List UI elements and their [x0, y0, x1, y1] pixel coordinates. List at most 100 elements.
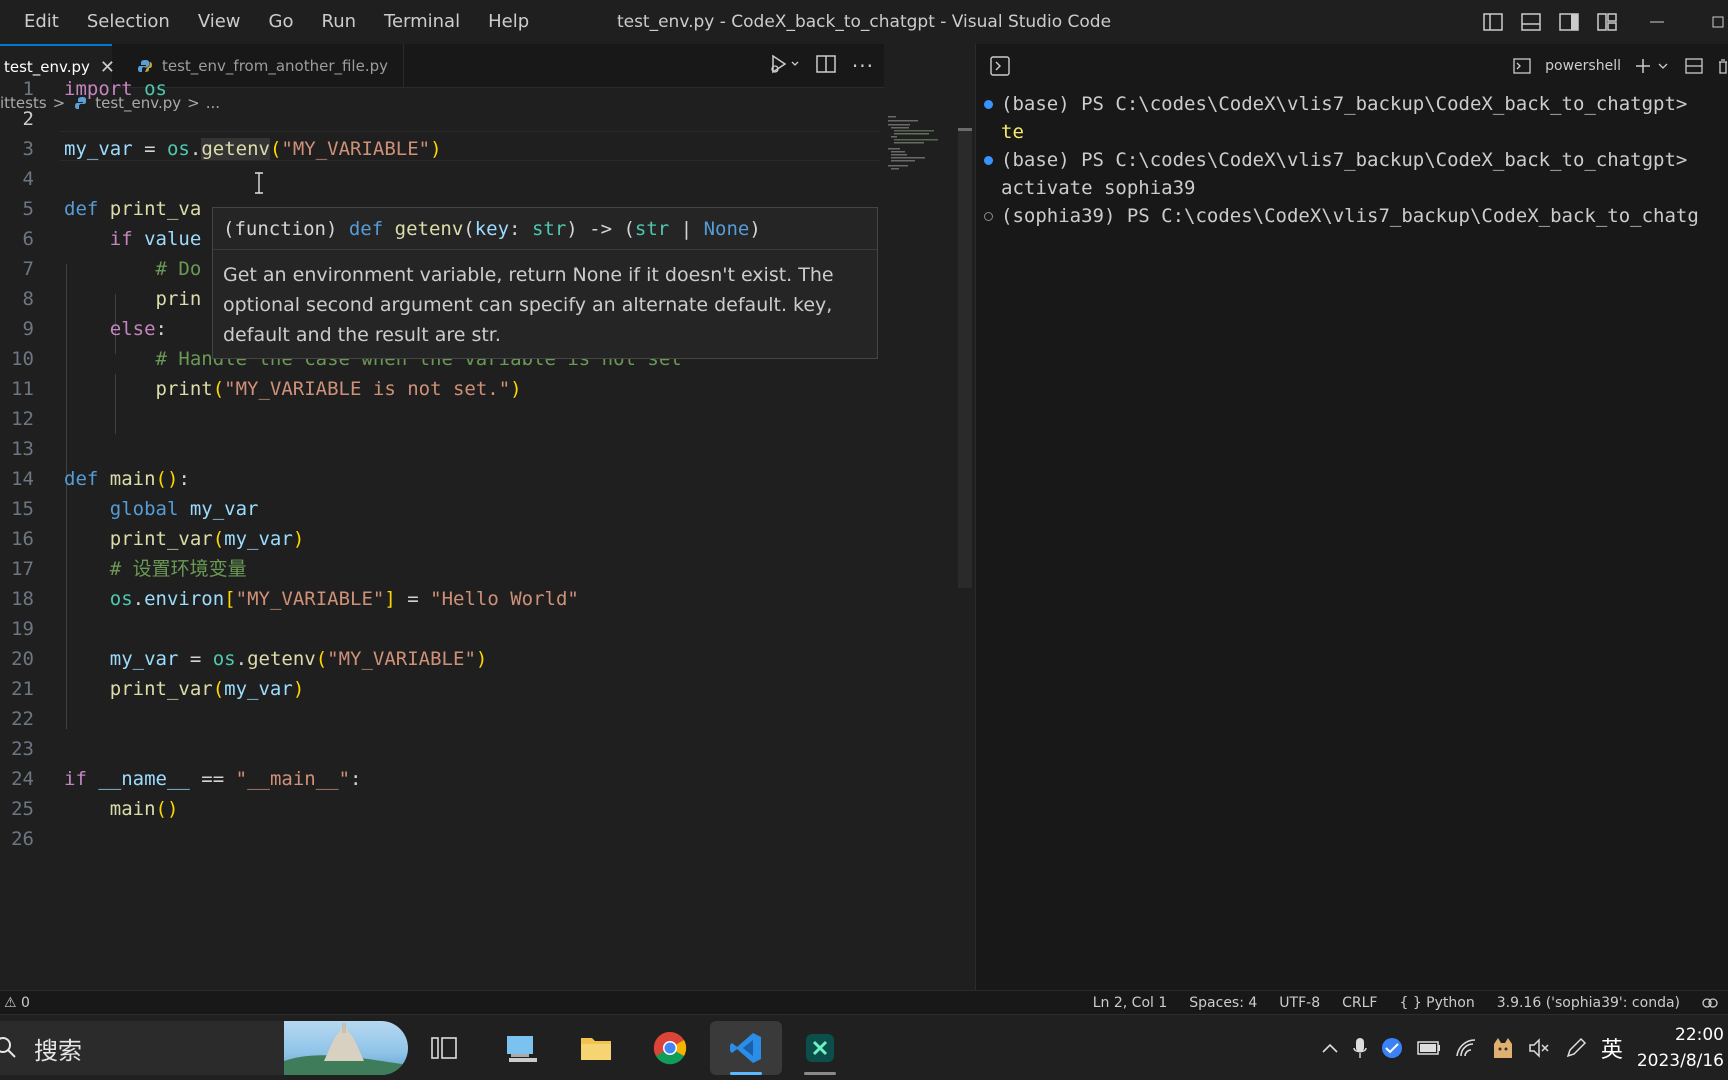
code-line: 16 print_var(my_var): [11, 528, 305, 550]
vscode-icon: [730, 1033, 761, 1063]
wifi-icon[interactable]: [1455, 1038, 1477, 1058]
text-cursor-icon: [255, 172, 263, 194]
task-view-app[interactable]: [408, 1021, 480, 1075]
system-tray: 英 22:00 2023/8/16: [1321, 1015, 1728, 1080]
code-line: 12: [11, 408, 34, 430]
file-explorer-app[interactable]: [560, 1021, 632, 1075]
chrome-app[interactable]: [634, 1021, 706, 1075]
video-editor-icon: [806, 1034, 834, 1062]
language-mode[interactable]: { } Python: [1399, 995, 1474, 1011]
volume-muted-icon[interactable]: [1529, 1038, 1551, 1058]
code-line: 11 print("MY_VARIABLE is not set."): [11, 378, 522, 400]
cursor-position[interactable]: Ln 2, Col 1: [1093, 995, 1168, 1011]
terminal-icon[interactable]: [990, 56, 1010, 76]
vertical-scrollbar[interactable]: [958, 128, 972, 588]
menu-selection[interactable]: Selection: [73, 0, 184, 44]
search-icon: [0, 1037, 16, 1058]
new-terminal-icon[interactable]: [1635, 58, 1671, 74]
kill-terminal-icon[interactable]: [1717, 58, 1728, 74]
menu-run[interactable]: Run: [308, 0, 371, 44]
terminal-line: (base) PS C:\codes\CodeX\vlis7_backup\Co…: [976, 146, 1728, 174]
terminal-line: activate sophia39: [1001, 177, 1196, 199]
hover-documentation: Get an environment variable, return None…: [223, 264, 834, 346]
code-line: 19: [11, 618, 34, 640]
file-encoding[interactable]: UTF-8: [1279, 995, 1320, 1011]
scrollbar-position-marker: [958, 128, 972, 131]
clock-date: 2023/8/16: [1636, 1051, 1724, 1071]
menu-go[interactable]: Go: [255, 0, 308, 44]
indentation[interactable]: Spaces: 4: [1189, 995, 1257, 1011]
menu-bar: Edit Selection View Go Run Terminal Help: [0, 0, 543, 44]
taskbar: 搜索 英 22:00 2023/8/16: [0, 1014, 1728, 1080]
clock-time: 22:00: [1675, 1025, 1724, 1045]
code-line: 4: [22, 168, 34, 190]
input-method-indicator[interactable]: 英: [1601, 1032, 1623, 1064]
hover-signature: (function) def getenv(key: str) -> (str …: [213, 208, 877, 250]
command-success-dot[interactable]: [984, 100, 993, 109]
toggle-panel-icon[interactable]: [1512, 0, 1550, 44]
terminal-panel: powershell (base) PS C:\codes\CodeX\vlis…: [975, 44, 1728, 990]
folder-icon: [581, 1038, 611, 1060]
code-line: 13: [11, 438, 34, 460]
code-line: 25 main(): [11, 798, 179, 820]
vscode-app[interactable]: [710, 1021, 782, 1075]
menu-terminal[interactable]: Terminal: [370, 0, 474, 44]
minimap[interactable]: [886, 114, 946, 170]
pen-icon[interactable]: [1565, 1037, 1587, 1059]
taskbar-search[interactable]: 搜索: [0, 1021, 408, 1075]
status-bar: ⚠ 0 Ln 2, Col 1 Spaces: 4 UTF-8 CRLF { }…: [0, 990, 1728, 1014]
wondershare-app[interactable]: [784, 1021, 856, 1075]
terminal-profile-label[interactable]: powershell: [1545, 58, 1621, 74]
code-line: 14 def main():: [11, 468, 190, 490]
code-line: 3 my_var = os.getenv("MY_VARIABLE"): [22, 138, 442, 160]
command-success-dot[interactable]: [984, 156, 993, 165]
terminal-line: te: [1001, 121, 1024, 143]
menu-edit[interactable]: Edit: [10, 0, 73, 44]
cat-app-icon[interactable]: [1491, 1036, 1515, 1060]
code-line: 17 # 设置环境变量: [11, 558, 247, 580]
remote-desktop-app[interactable]: [486, 1021, 558, 1075]
search-placeholder: 搜索: [34, 1036, 82, 1065]
code-line: 2: [22, 108, 34, 130]
battery-icon[interactable]: [1417, 1041, 1441, 1055]
line-ending[interactable]: CRLF: [1342, 995, 1377, 1011]
menu-help[interactable]: Help: [474, 0, 543, 44]
copilot-icon[interactable]: [1702, 996, 1718, 1010]
task-view-icon: [431, 1037, 457, 1059]
command-pending-dot[interactable]: [984, 212, 993, 221]
search-highlight-image: [284, 1021, 408, 1075]
app-tray-icon[interactable]: [1381, 1037, 1403, 1059]
toggle-secondary-sidebar-icon[interactable]: [1550, 0, 1588, 44]
python-interpreter[interactable]: 3.9.16 ('sophia39': conda): [1497, 995, 1680, 1011]
chrome-icon: [653, 1031, 687, 1065]
code-line: 22: [11, 708, 34, 730]
powershell-icon: [1513, 58, 1531, 74]
terminal-line: (sophia39) PS C:\codes\CodeX\vlis7_backu…: [976, 202, 1728, 230]
code-line: 24 if __name__ == "__main__":: [11, 768, 362, 790]
code-line: 21 print_var(my_var): [11, 678, 305, 700]
code-line: 18 os.environ["MY_VARIABLE"] = "Hello Wo…: [11, 588, 579, 610]
terminal-output[interactable]: (base) PS C:\codes\CodeX\vlis7_backup\Co…: [976, 90, 1728, 230]
split-terminal-icon[interactable]: [1685, 58, 1703, 74]
code-editor[interactable]: 1 import os 2 3 my_var = os.getenv("MY_VAR…: [0, 74, 884, 894]
clock[interactable]: 22:00 2023/8/16: [1637, 1022, 1724, 1074]
terminal-header: powershell: [976, 44, 1728, 88]
toggle-primary-sidebar-icon[interactable]: [1474, 0, 1512, 44]
maximize-icon[interactable]: [1688, 0, 1728, 44]
hover-tooltip: (function) def getenv(key: str) -> (str …: [212, 207, 878, 359]
microphone-icon[interactable]: [1353, 1037, 1367, 1059]
active-indicator: [730, 1072, 762, 1075]
code-line: 15 global my_var: [11, 498, 259, 520]
chevron-up-icon[interactable]: [1321, 1042, 1339, 1054]
code-line: 1 import os: [22, 78, 167, 100]
customize-layout-icon[interactable]: [1588, 0, 1626, 44]
code-line: 23: [11, 738, 34, 760]
menu-view[interactable]: View: [184, 0, 255, 44]
tab-label: test_env_from_another_file.py: [162, 57, 388, 75]
running-indicator: [804, 1072, 836, 1075]
minimize-icon[interactable]: [1626, 0, 1688, 44]
code-line: 26: [11, 828, 34, 850]
terminal-line: (base) PS C:\codes\CodeX\vlis7_backup\Co…: [976, 90, 1728, 118]
python-file-icon: [138, 60, 152, 72]
problems-count[interactable]: ⚠ 0: [4, 991, 30, 1015]
